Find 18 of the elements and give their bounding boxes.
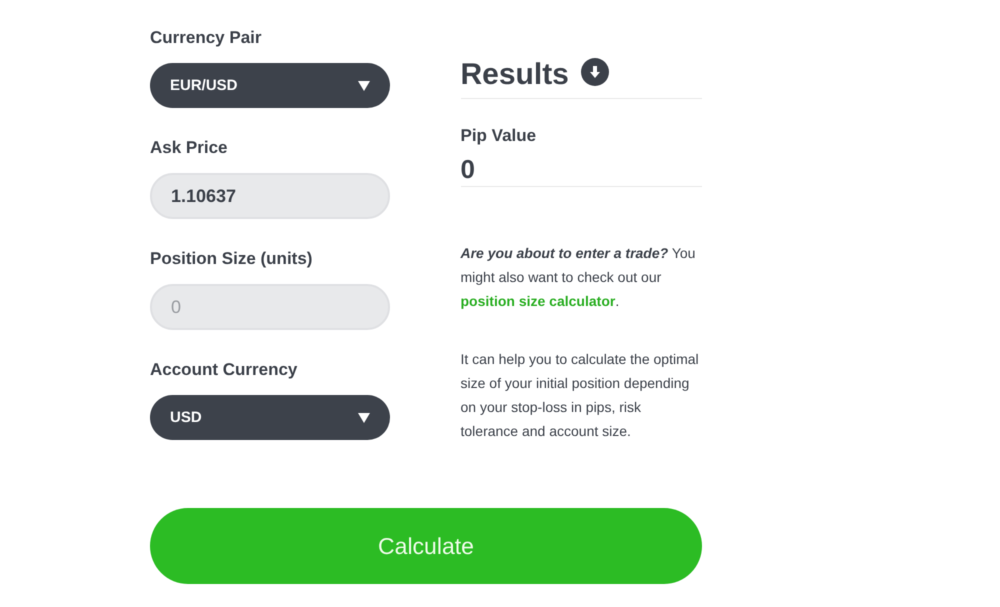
- field-label: Account Currency: [150, 360, 298, 380]
- caret-icon: [358, 80, 370, 90]
- promo-text: Are you about to enter a trade? You might also want to check out our position size calculator.: [460, 244, 696, 311]
- dropdown-select[interactable]: USD: [150, 395, 390, 440]
- caret-icon: [358, 412, 370, 422]
- pip-value-label: Pip Value: [460, 126, 538, 146]
- dropdown-select[interactable]: EUR/USD: [150, 63, 390, 108]
- field-label: Currency Pair: [150, 28, 262, 48]
- input-field[interactable]: 1.10637: [150, 173, 390, 219]
- input-field[interactable]: 0: [150, 284, 390, 330]
- download-icon[interactable]: [580, 58, 609, 86]
- pip-value: 0: [460, 154, 476, 184]
- dropdown-value: EUR/USD: [170, 77, 238, 94]
- dropdown-value: USD: [170, 409, 202, 426]
- field-label: Ask Price: [150, 138, 228, 158]
- description-text: It can help you to calculate the optimal size of your initial position depending on your stop-loss in pips, risk tolerance and account size.: [460, 350, 700, 441]
- results-heading: Results: [460, 57, 569, 93]
- field-label: Position Size (units): [150, 249, 314, 269]
